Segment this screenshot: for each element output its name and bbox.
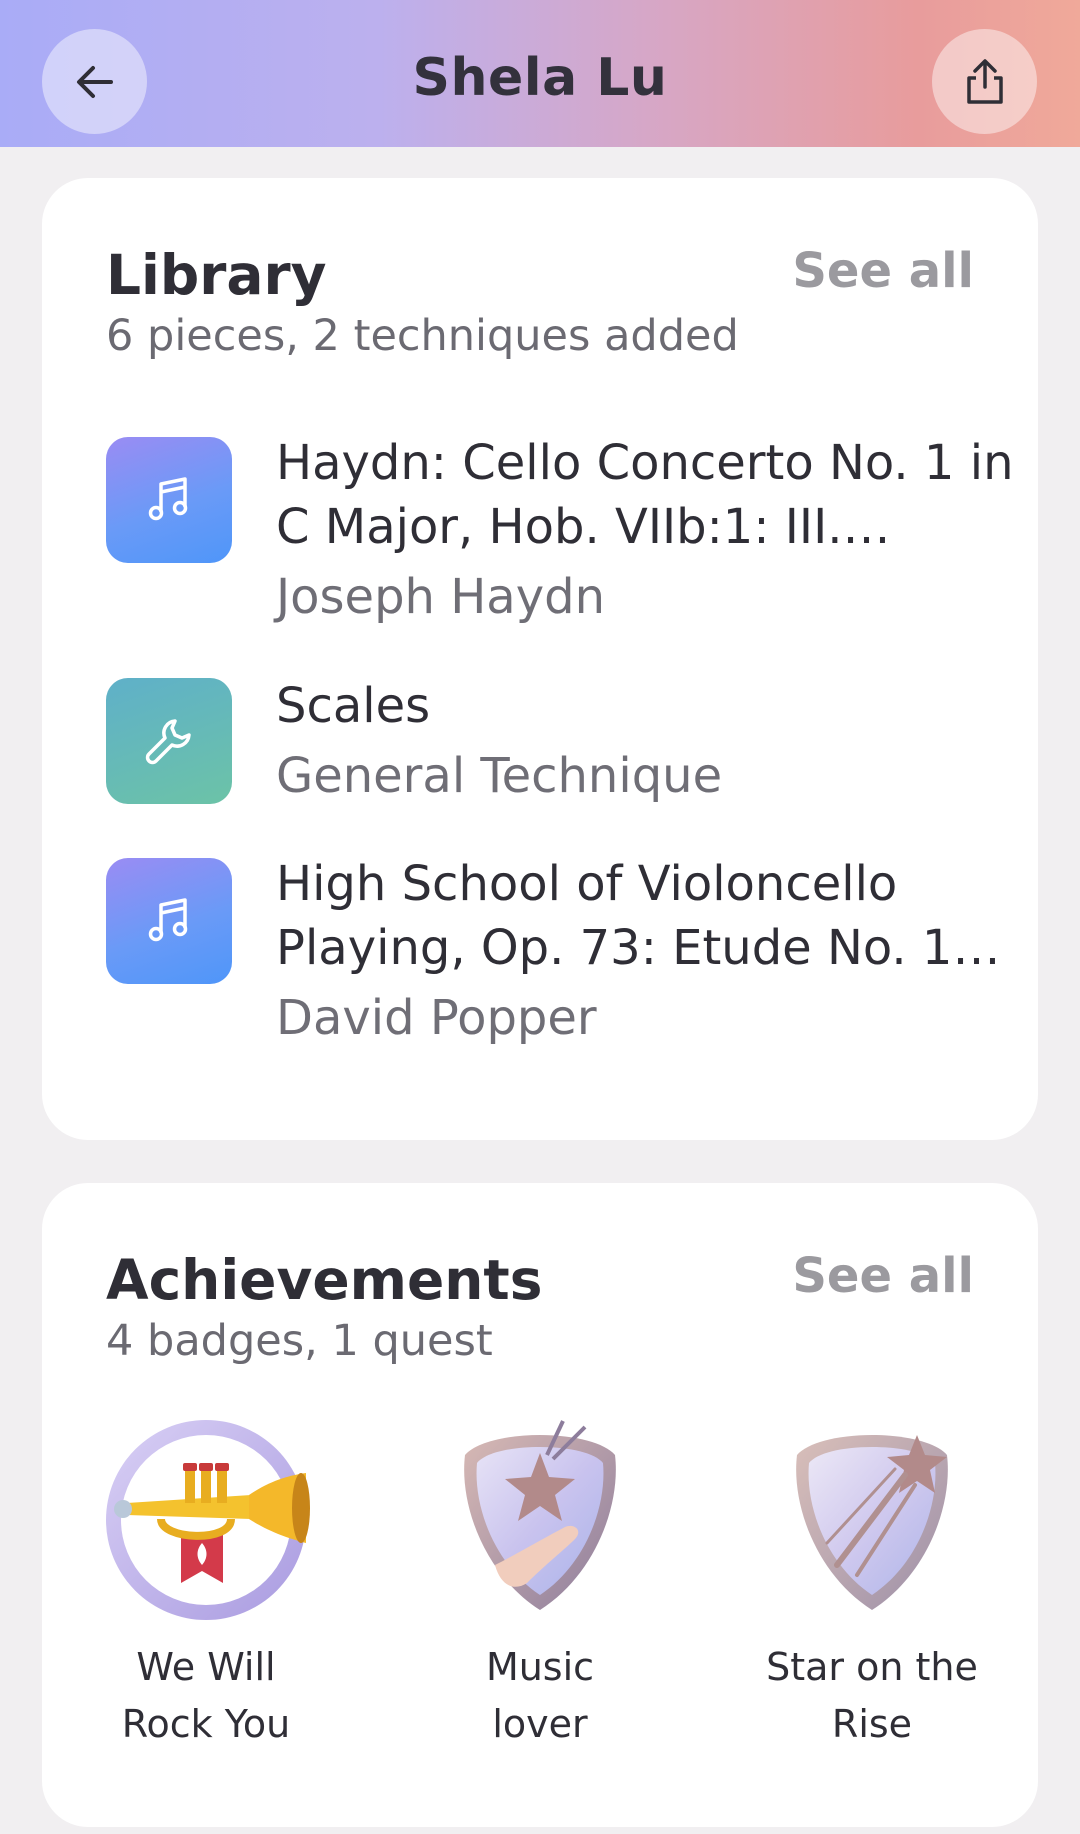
page-title: Shela Lu [412, 48, 668, 108]
library-item-icon [106, 678, 232, 804]
badge-label-line: Music [485, 1645, 595, 1689]
library-item-title: Haydn: Cello Concerto No. 1 in C Major, … [276, 435, 1014, 555]
badge-music-lover[interactable]: Music lover [410, 1415, 670, 1753]
badge-star-on-the-rise[interactable]: Star on the Rise [742, 1415, 1002, 1753]
star-hand-shield-icon [443, 1420, 616, 1610]
library-item-icon [106, 437, 232, 563]
music-note-icon [148, 477, 188, 521]
trumpet-badge-icon [106, 1420, 310, 1620]
badge-label-line: lover [492, 1702, 588, 1746]
library-item[interactable]: Scales General Technique [106, 678, 1006, 804]
shooting-star-shield-icon [793, 1435, 948, 1610]
badge-label-line: Star on the [766, 1645, 978, 1689]
library-title: Library [106, 243, 327, 307]
library-item-subtitle: David Popper [276, 990, 597, 1046]
share-button[interactable] [932, 29, 1037, 134]
achievements-card: Achievements See all 4 badges, 1 quest W… [42, 1183, 1038, 1827]
library-item-icon [106, 858, 232, 984]
library-card: Library See all 6 pieces, 2 techniques a… [42, 178, 1038, 1140]
badge-label: Music lover [410, 1639, 670, 1753]
library-item-subtitle: General Technique [276, 748, 723, 804]
wrench-icon [145, 719, 191, 765]
badge-label: We Will Rock You [76, 1639, 336, 1753]
achievements-see-all-button[interactable]: See all [792, 1248, 974, 1304]
library-item-subtitle: Joseph Haydn [276, 569, 606, 625]
badge-label: Star on the Rise [742, 1639, 1002, 1753]
badge-label-line: Rise [831, 1702, 913, 1746]
library-subtitle: 6 pieces, 2 techniques added [106, 311, 739, 361]
library-item[interactable]: Haydn: Cello Concerto No. 1 in C Major, … [106, 435, 1013, 625]
library-item-title: High School of Violoncello Playing, Op. … [276, 856, 983, 976]
share-icon [966, 58, 1003, 104]
library-item-title: Scales [276, 678, 431, 734]
music-note-icon [148, 898, 188, 942]
library-see-all-button[interactable]: See all [792, 243, 974, 299]
profile-header: Shela Lu [0, 0, 1080, 147]
achievements-title: Achievements [106, 1248, 543, 1312]
achievements-subtitle: 4 badges, 1 quest [106, 1316, 493, 1366]
library-item[interactable]: High School of Violoncello Playing, Op. … [106, 856, 1006, 1046]
badge-we-will-rock-you[interactable]: We Will Rock You [76, 1415, 336, 1753]
badge-label-line: We Will [136, 1645, 276, 1689]
badge-label-line: Rock You [121, 1702, 291, 1746]
